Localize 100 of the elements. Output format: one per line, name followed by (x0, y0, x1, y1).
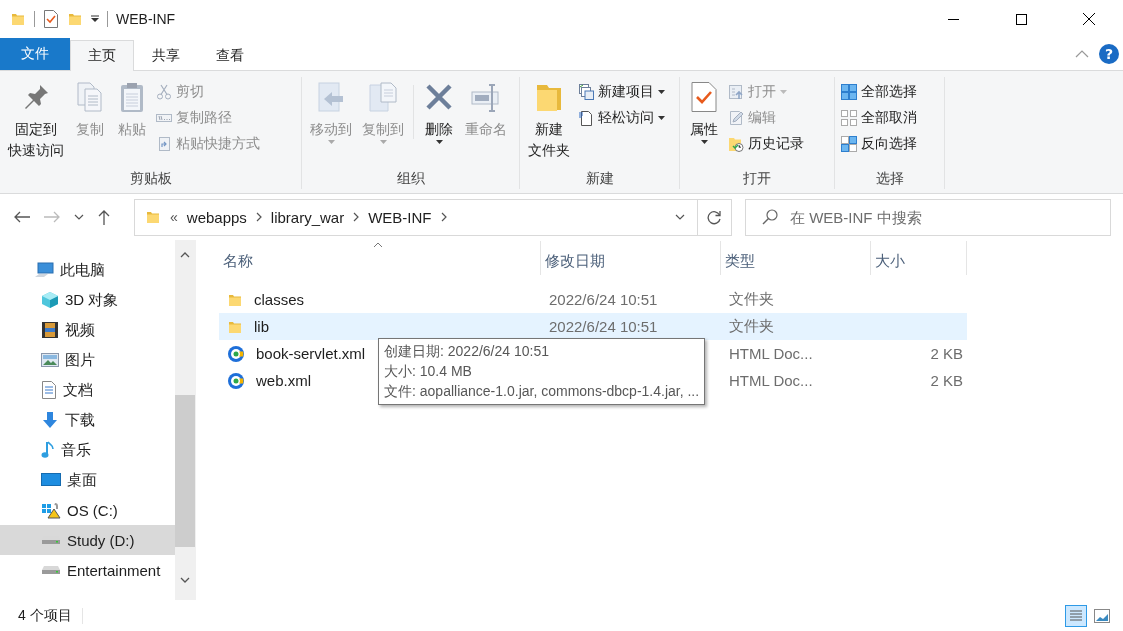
file-size: 2 KB (930, 345, 963, 362)
ribbon-button[interactable]: 轻松访问 (576, 107, 667, 129)
browser-file-icon (227, 344, 245, 363)
ribbon-button[interactable]: 固定到 快速访问 (4, 77, 68, 167)
file-size: 2 KB (930, 372, 963, 389)
caret-icon (658, 90, 665, 94)
scissors-icon (156, 84, 172, 100)
ribbon-button[interactable]: 反向选择 (839, 133, 919, 155)
collapse-ribbon-icon[interactable] (1075, 50, 1089, 58)
nav-item[interactable]: 视频 (0, 315, 175, 345)
drive-icon (41, 566, 61, 574)
nav-item[interactable]: 音乐 (0, 435, 175, 465)
rename-icon (470, 81, 502, 113)
cube-icon (41, 291, 59, 309)
search-box[interactable]: 在 WEB-INF 中搜索 (745, 198, 1111, 236)
group-label: 选择 (874, 169, 905, 188)
close-icon (1083, 13, 1095, 25)
file-name[interactable]: web.xml (256, 372, 311, 389)
caret-icon (435, 140, 443, 144)
drive-warning-icon (41, 501, 61, 519)
overflow-link[interactable]: « (170, 209, 178, 225)
caret-icon (327, 140, 335, 144)
open-icon (728, 84, 744, 100)
column-header[interactable]: 名称 (219, 241, 541, 275)
new-item-icon (578, 84, 594, 100)
file-name[interactable]: lib (254, 318, 269, 335)
caret-icon (379, 140, 387, 144)
caret-icon (700, 140, 708, 144)
edit-icon (728, 110, 744, 126)
breadcrumb-item[interactable]: webapps (186, 208, 247, 226)
nav-item[interactable]: 桌面 (0, 465, 175, 495)
ribbon-tab[interactable]: 共享 (134, 40, 198, 71)
dropdown-icon[interactable] (91, 15, 99, 23)
ribbon-button[interactable]: 属性 (684, 77, 724, 167)
nav-item[interactable]: 此电脑 (0, 255, 175, 285)
item-count: 4 个项目 (18, 606, 72, 625)
group-label: 新建 (584, 169, 615, 188)
breadcrumb-item[interactable]: library_war (270, 208, 345, 226)
computer-icon (34, 262, 54, 278)
nav-item[interactable]: 图片 (0, 345, 175, 375)
nav-item[interactable]: OS (C:) (0, 495, 175, 525)
scroll-down-icon[interactable] (180, 577, 190, 583)
history-icon (728, 136, 744, 152)
desktop-icon (41, 473, 61, 487)
up-arrow-icon[interactable] (98, 209, 110, 225)
nav-item[interactable]: 下载 (0, 405, 175, 435)
scroll-up-icon[interactable] (180, 252, 190, 258)
maximize-icon (1015, 13, 1027, 25)
ribbon-button[interactable]: 全部选择 (839, 81, 919, 103)
picture-icon (1094, 608, 1110, 623)
group-label: 组织 (395, 169, 426, 188)
document-icon (41, 381, 57, 399)
browser-file-icon (227, 371, 245, 390)
chevron-icon[interactable] (440, 212, 447, 222)
properties-icon[interactable] (43, 10, 59, 28)
nav-item[interactable]: 文档 (0, 375, 175, 405)
chevron-icon[interactable] (353, 212, 360, 222)
ribbon-tab[interactable]: 查看 (198, 40, 262, 71)
film-icon (41, 321, 59, 339)
picture-icon (41, 352, 59, 368)
chevron-down-icon[interactable] (675, 214, 685, 220)
back-icon[interactable] (14, 211, 30, 223)
modified-date: 2022/6/24 10:51 (549, 291, 658, 308)
search-input[interactable]: 在 WEB-INF 中搜索 (788, 207, 1110, 227)
ribbon-tab[interactable]: 主页 (70, 40, 134, 71)
scrollbar-thumb[interactable] (175, 395, 195, 547)
list-icon (1069, 608, 1083, 623)
file-menu-tab[interactable]: 文件 (0, 38, 70, 70)
caret-icon (780, 90, 787, 94)
group-label: 剪贴板 (128, 169, 173, 188)
breadcrumb-item[interactable]: WEB-INF (368, 208, 432, 226)
nav-item[interactable]: Entertainment (0, 555, 175, 585)
ribbon-button[interactable]: 全部取消 (839, 107, 919, 129)
sort-caret-icon (373, 242, 383, 248)
properties-icon (688, 81, 720, 113)
modified-date: 2022/6/24 10:51 (549, 318, 658, 335)
search-icon (762, 209, 778, 225)
nav-item[interactable]: 3D 对象 (0, 285, 175, 315)
file-type: 文件夹 (729, 290, 774, 307)
details-view-button[interactable] (1065, 604, 1087, 627)
tooltip: 创建日期: 2022/6/24 10:51 大小: 10.4 MB 文件: aopalliance-1.0.jar, commons-dbcp-1.4.jar, ... (378, 338, 706, 405)
ribbon-button[interactable]: 历史记录 (726, 133, 806, 155)
file-name[interactable]: classes (254, 291, 305, 308)
refresh-icon (707, 209, 722, 225)
group-label: 打开 (742, 169, 772, 188)
help-button[interactable]: ? (1099, 44, 1119, 64)
column-header[interactable]: 大小 (871, 241, 967, 275)
caret-icon (658, 116, 665, 120)
ribbon-button[interactable]: 新建项目 (576, 81, 667, 103)
file-row[interactable]: lib 2022/6/24 10:51 文件夹 (219, 313, 967, 340)
nav-item[interactable]: Study (D:) (0, 525, 175, 555)
column-header[interactable]: 类型 (721, 241, 871, 275)
column-header[interactable]: 修改日期 (541, 241, 721, 275)
shortcut-icon (156, 136, 172, 152)
pages-icon (367, 81, 399, 113)
chevron-icon[interactable] (255, 212, 262, 222)
file-name[interactable]: book-servlet.xml (256, 345, 366, 362)
chevron-down-icon[interactable] (74, 214, 84, 220)
ribbon-button[interactable]: 新建 文件夹 (524, 77, 574, 167)
ribbon-button[interactable]: 删除 (419, 77, 459, 167)
